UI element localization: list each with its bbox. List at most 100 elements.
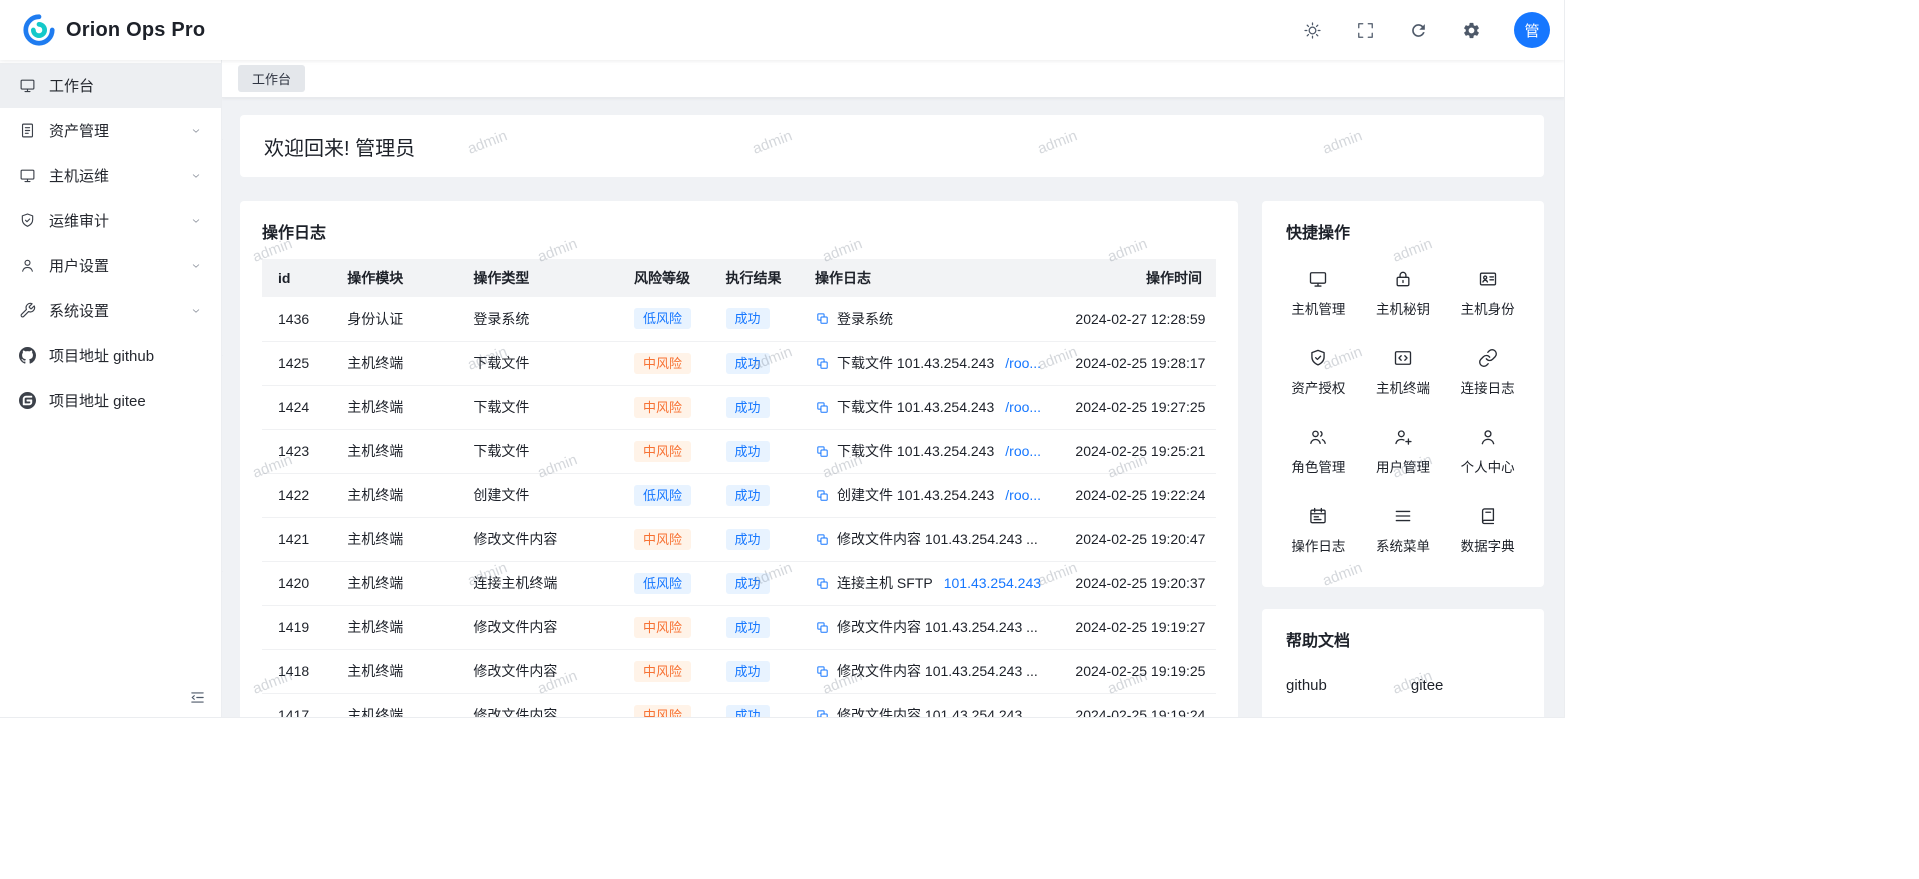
cell-result: 成功 — [714, 473, 804, 517]
cell-type: 下载文件 — [461, 341, 622, 385]
app-window: Orion Ops Pro 管 工作台资产管理主机运维运维审计用户设置系统设置项… — [0, 0, 1565, 718]
sidebar-item-host-ops[interactable]: 主机运维 — [0, 153, 221, 198]
column-header: 执行结果 — [714, 259, 804, 297]
result-badge: 成功 — [726, 529, 770, 550]
result-badge: 成功 — [726, 661, 770, 682]
cell-time: 2024-02-27 12:28:59 — [1063, 297, 1216, 341]
fullscreen-icon[interactable] — [1356, 21, 1375, 40]
risk-badge: 中风险 — [634, 617, 691, 638]
cell-id: 1421 — [262, 517, 335, 561]
cell-type: 登录系统 — [461, 297, 622, 341]
workbench-icon — [19, 77, 36, 94]
quick-action-role-manage[interactable]: 角色管理 — [1276, 419, 1361, 484]
refresh-icon[interactable] — [1409, 21, 1428, 40]
risk-badge: 中风险 — [634, 705, 691, 719]
operation-log-icon — [1308, 506, 1328, 526]
sidebar-item-gitee[interactable]: 项目地址 gitee — [0, 378, 221, 423]
copy-icon[interactable] — [815, 400, 830, 415]
copy-icon[interactable] — [815, 576, 830, 591]
cell-result: 成功 — [714, 605, 804, 649]
log-table-row: 1420主机终端连接主机终端低风险成功连接主机 SFTP101.43.254.2… — [262, 561, 1216, 605]
app-header: Orion Ops Pro 管 — [0, 0, 1564, 60]
quick-action-system-menu[interactable]: 系统菜单 — [1361, 498, 1446, 563]
log-link[interactable]: /roo... — [1005, 399, 1041, 415]
result-badge: 成功 — [726, 485, 770, 506]
quick-action-asset-grant[interactable]: 资产授权 — [1276, 340, 1361, 405]
quick-action-label: 操作日志 — [1291, 535, 1345, 555]
quick-action-host-key[interactable]: 主机秘钥 — [1361, 261, 1446, 326]
quick-action-label: 系统菜单 — [1376, 535, 1430, 555]
github-icon — [19, 347, 36, 364]
cell-module: 主机终端 — [335, 605, 461, 649]
column-header: 操作模块 — [335, 259, 461, 297]
host-terminal-icon — [1393, 348, 1413, 368]
sidebar-item-ops-audit[interactable]: 运维审计 — [0, 198, 221, 243]
quick-action-label: 资产授权 — [1291, 377, 1345, 397]
cell-log: 下载文件 101.43.254.243/roo... — [803, 385, 1063, 429]
quick-action-user-manage[interactable]: 用户管理 — [1361, 419, 1446, 484]
result-badge: 成功 — [726, 308, 770, 329]
cell-result: 成功 — [714, 297, 804, 341]
chevron-down-icon — [190, 125, 202, 137]
copy-icon[interactable] — [815, 532, 830, 547]
quick-action-data-dict[interactable]: 数据字典 — [1445, 498, 1530, 563]
copy-icon[interactable] — [815, 444, 830, 459]
help-link-github[interactable]: github — [1286, 677, 1327, 694]
log-message: 修改文件内容 101.43.254.243 ... — [837, 529, 1038, 549]
tab-workbench[interactable]: 工作台 — [238, 65, 305, 92]
cell-log: 下载文件 101.43.254.243/roo... — [803, 429, 1063, 473]
log-link[interactable]: /roo... — [1005, 443, 1041, 459]
cell-type: 修改文件内容 — [461, 693, 622, 718]
copy-icon[interactable] — [815, 356, 830, 371]
quick-action-host-identity[interactable]: 主机身份 — [1445, 261, 1530, 326]
copy-icon[interactable] — [815, 311, 830, 326]
sidebar-item-github[interactable]: 项目地址 github — [0, 333, 221, 378]
copy-icon[interactable] — [815, 708, 830, 719]
sidebar-item-workbench[interactable]: 工作台 — [0, 63, 221, 108]
copy-icon[interactable] — [815, 620, 830, 635]
cell-id: 1424 — [262, 385, 335, 429]
copy-icon[interactable] — [815, 664, 830, 679]
menu-fold-icon[interactable] — [189, 689, 206, 706]
cell-id: 1425 — [262, 341, 335, 385]
log-link[interactable]: 101.43.254.243 — [944, 575, 1041, 591]
sidebar-item-label: 工作台 — [49, 75, 202, 96]
sidebar-item-system-settings[interactable]: 系统设置 — [0, 288, 221, 333]
log-link[interactable]: /roo... — [1005, 355, 1041, 371]
cell-risk: 低风险 — [622, 297, 714, 341]
quick-action-host-manage[interactable]: 主机管理 — [1276, 261, 1361, 326]
sidebar-item-asset-management[interactable]: 资产管理 — [0, 108, 221, 153]
host-identity-icon — [1478, 269, 1498, 289]
help-link-gitee[interactable]: gitee — [1411, 677, 1444, 694]
sidebar-item-label: 项目地址 github — [49, 345, 202, 366]
log-table-row: 1425主机终端下载文件中风险成功下载文件 101.43.254.243/roo… — [262, 341, 1216, 385]
quick-action-operation-log[interactable]: 操作日志 — [1276, 498, 1361, 563]
settings-icon[interactable] — [1462, 21, 1481, 40]
help-docs-title: 帮助文档 — [1286, 627, 1520, 651]
cell-result: 成功 — [714, 649, 804, 693]
sidebar-item-user-settings[interactable]: 用户设置 — [0, 243, 221, 288]
copy-icon[interactable] — [815, 488, 830, 503]
sidebar-menu: 工作台资产管理主机运维运维审计用户设置系统设置项目地址 github 项目地址 g… — [0, 63, 221, 423]
content-columns: 操作日志 id操作模块操作类型风险等级执行结果操作日志操作时间 1436身份认证… — [240, 201, 1544, 718]
quick-actions-card: 快捷操作 主机管理主机秘钥主机身份资产授权主机终端连接日志角色管理用户管理个人中… — [1262, 201, 1544, 587]
user-avatar[interactable]: 管 — [1514, 12, 1550, 48]
sidebar-item-label: 主机运维 — [49, 165, 177, 186]
cell-id: 1419 — [262, 605, 335, 649]
quick-action-label: 主机终端 — [1376, 377, 1430, 397]
app-title: Orion Ops Pro — [66, 19, 205, 42]
quick-action-connect-log[interactable]: 连接日志 — [1445, 340, 1530, 405]
log-message: 登录系统 — [837, 309, 893, 329]
result-badge: 成功 — [726, 705, 770, 719]
cell-risk: 中风险 — [622, 517, 714, 561]
cell-log: 修改文件内容 101.43.254.243 ... — [803, 517, 1063, 561]
cell-type: 下载文件 — [461, 385, 622, 429]
quick-action-host-terminal[interactable]: 主机终端 — [1361, 340, 1446, 405]
cell-log: 连接主机 SFTP101.43.254.243 — [803, 561, 1063, 605]
sidebar-item-label: 资产管理 — [49, 120, 177, 141]
log-link[interactable]: /roo... — [1005, 487, 1041, 503]
quick-action-profile[interactable]: 个人中心 — [1445, 419, 1530, 484]
theme-icon[interactable] — [1303, 21, 1322, 40]
help-docs-card: 帮助文档 github gitee — [1262, 609, 1544, 718]
log-message: 修改文件内容 101.43.254.243 ... — [837, 617, 1038, 637]
